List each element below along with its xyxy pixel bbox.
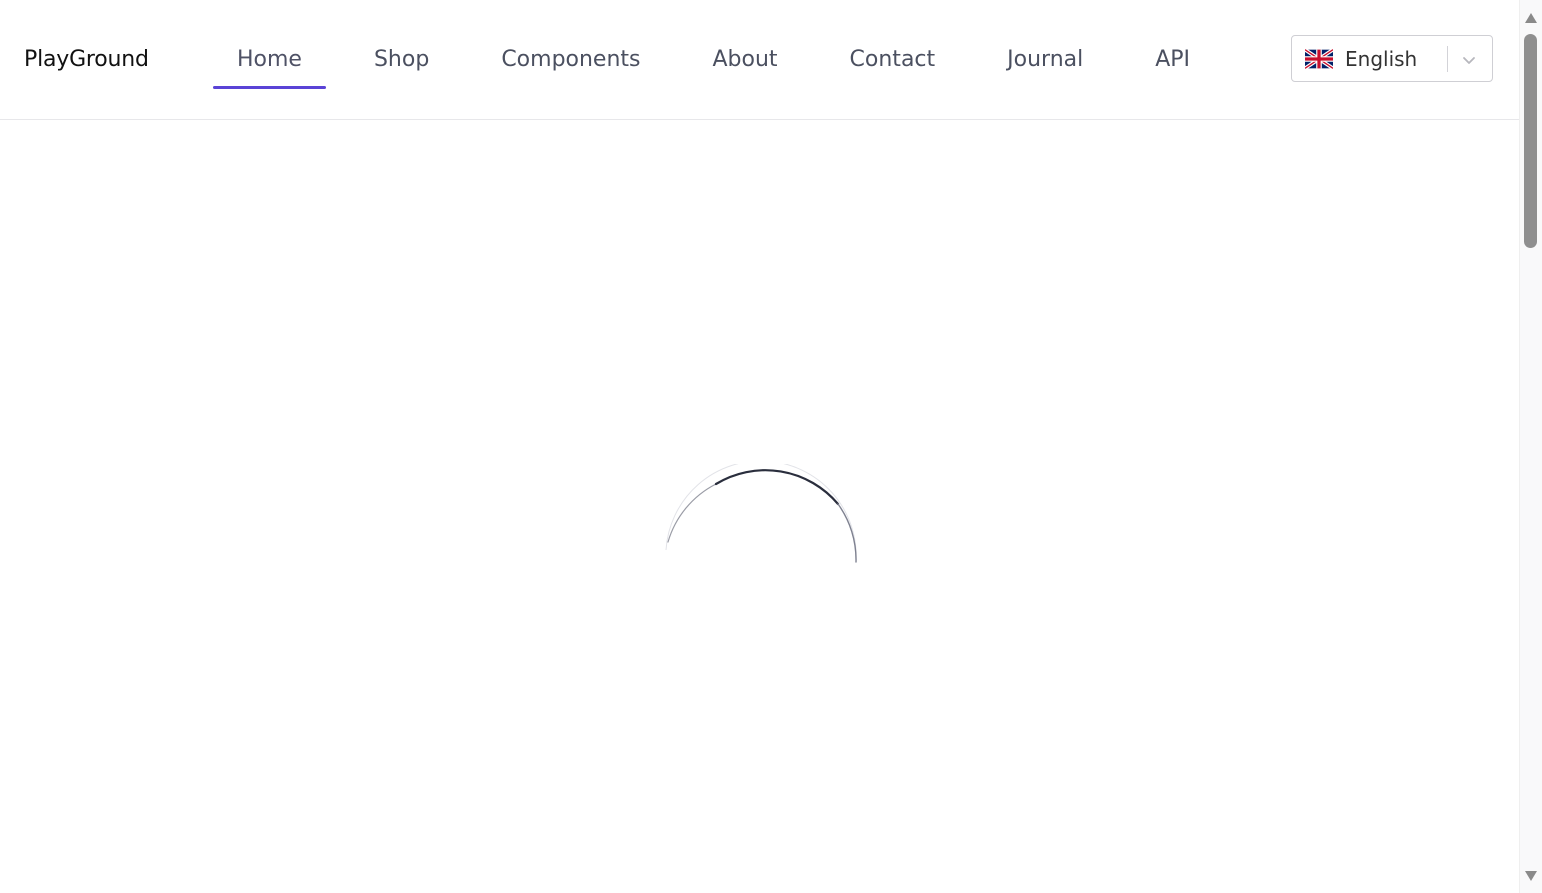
- top-navigation-bar: PlayGround Home Shop Components About Co…: [0, 0, 1519, 120]
- language-select[interactable]: English: [1291, 35, 1493, 82]
- scroll-up-arrow-icon[interactable]: [1524, 12, 1538, 24]
- nav-item-about[interactable]: About: [689, 31, 802, 89]
- language-select-divider: [1447, 46, 1448, 72]
- nav-item-api[interactable]: API: [1131, 31, 1214, 89]
- nav-item-contact[interactable]: Contact: [826, 31, 960, 89]
- scroll-down-arrow-icon[interactable]: [1524, 870, 1538, 882]
- nav-item-components[interactable]: Components: [477, 31, 664, 89]
- loading-spinner-icon: [665, 464, 857, 563]
- scrollbar-thumb[interactable]: [1524, 34, 1537, 248]
- language-select-value: English: [1345, 47, 1418, 71]
- chevron-down-icon[interactable]: [1460, 51, 1478, 69]
- nav-item-shop[interactable]: Shop: [350, 31, 453, 89]
- uk-flag-icon: [1305, 49, 1333, 69]
- nav-item-journal[interactable]: Journal: [983, 31, 1107, 89]
- brand-logo-link[interactable]: PlayGround: [24, 45, 149, 75]
- main-nav: Home Shop Components About Contact Journ…: [213, 31, 1214, 91]
- page: PlayGround Home Shop Components About Co…: [0, 0, 1542, 893]
- vertical-scrollbar[interactable]: [1519, 0, 1542, 893]
- nav-item-home[interactable]: Home: [213, 31, 326, 89]
